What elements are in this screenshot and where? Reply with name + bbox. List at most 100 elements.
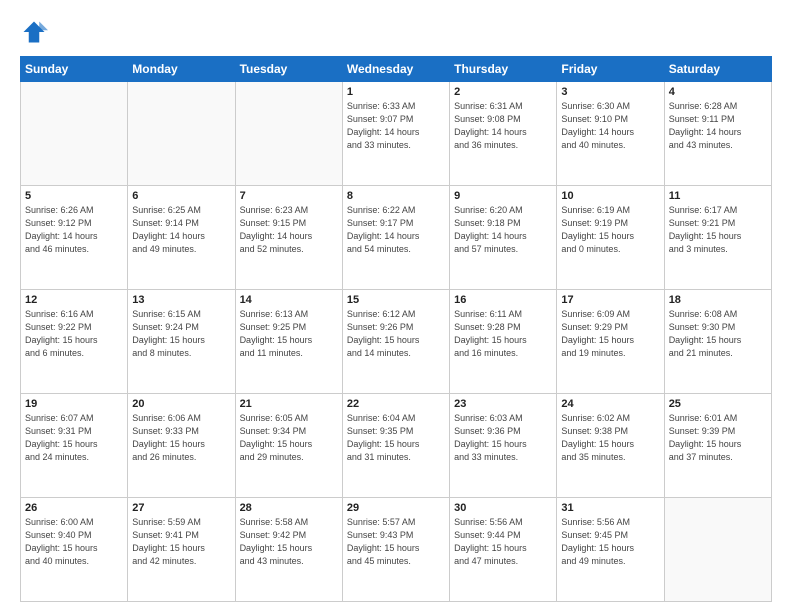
day-info: Sunrise: 6:28 AM Sunset: 9:11 PM Dayligh… [669, 100, 767, 152]
day-number: 20 [132, 398, 230, 410]
page: SundayMondayTuesdayWednesdayThursdayFrid… [0, 0, 792, 612]
day-number: 4 [669, 86, 767, 98]
day-number: 23 [454, 398, 552, 410]
day-info: Sunrise: 6:33 AM Sunset: 9:07 PM Dayligh… [347, 100, 445, 152]
day-number: 25 [669, 398, 767, 410]
day-number: 30 [454, 502, 552, 514]
day-of-week-header: Thursday [450, 57, 557, 82]
calendar-day-cell [128, 82, 235, 186]
day-number: 31 [561, 502, 659, 514]
day-info: Sunrise: 6:26 AM Sunset: 9:12 PM Dayligh… [25, 204, 123, 256]
day-number: 13 [132, 294, 230, 306]
calendar-day-cell: 3 Sunrise: 6:30 AM Sunset: 9:10 PM Daylig… [557, 82, 664, 186]
logo-icon [20, 18, 48, 46]
calendar-week-row: 19 Sunrise: 6:07 AM Sunset: 9:31 PM Dayli… [21, 394, 772, 498]
calendar-header-row: SundayMondayTuesdayWednesdayThursdayFrid… [21, 57, 772, 82]
calendar-day-cell: 6 Sunrise: 6:25 AM Sunset: 9:14 PM Daylig… [128, 186, 235, 290]
calendar-day-cell: 7Sunrise: 6:23 AM Sunset: 9:15 PM Daylig… [235, 186, 342, 290]
day-info: Sunrise: 6:02 AM Sunset: 9:38 PM Dayligh… [561, 412, 659, 464]
calendar-day-cell: 8 Sunrise: 6:22 AM Sunset: 9:17 PM Daylig… [342, 186, 449, 290]
day-of-week-header: Saturday [664, 57, 771, 82]
day-info: Sunrise: 6:09 AM Sunset: 9:29 PM Dayligh… [561, 308, 659, 360]
day-number: 10 [561, 190, 659, 202]
calendar-day-cell: 11 Sunrise: 6:17 AM Sunset: 9:21 PM Dayli… [664, 186, 771, 290]
calendar-day-cell: 29Sunrise: 5:57 AM Sunset: 9:43 PM Dayli… [342, 498, 449, 602]
day-info: Sunrise: 6:01 AM Sunset: 9:39 PM Dayligh… [669, 412, 767, 464]
day-of-week-header: Tuesday [235, 57, 342, 82]
logo [20, 18, 52, 46]
day-info: Sunrise: 5:59 AM Sunset: 9:41 PM Dayligh… [132, 516, 230, 568]
day-info: Sunrise: 6:22 AM Sunset: 9:17 PM Dayligh… [347, 204, 445, 256]
day-of-week-header: Sunday [21, 57, 128, 82]
day-info: Sunrise: 5:58 AM Sunset: 9:42 PM Dayligh… [240, 516, 338, 568]
day-info: Sunrise: 6:05 AM Sunset: 9:34 PM Dayligh… [240, 412, 338, 464]
day-number: 8 [347, 190, 445, 202]
calendar-week-row: 1 Sunrise: 6:33 AM Sunset: 9:07 PM Daylig… [21, 82, 772, 186]
day-number: 26 [25, 502, 123, 514]
day-number: 19 [25, 398, 123, 410]
day-info: Sunrise: 6:16 AM Sunset: 9:22 PM Dayligh… [25, 308, 123, 360]
day-info: Sunrise: 6:03 AM Sunset: 9:36 PM Dayligh… [454, 412, 552, 464]
day-info: Sunrise: 6:19 AM Sunset: 9:19 PM Dayligh… [561, 204, 659, 256]
calendar-day-cell: 20 Sunrise: 6:06 AM Sunset: 9:33 PM Dayli… [128, 394, 235, 498]
day-of-week-header: Wednesday [342, 57, 449, 82]
day-number: 7 [240, 190, 338, 202]
calendar-day-cell: 24 Sunrise: 6:02 AM Sunset: 9:38 PM Dayli… [557, 394, 664, 498]
calendar-week-row: 12 Sunrise: 6:16 AM Sunset: 9:22 PM Dayli… [21, 290, 772, 394]
calendar-day-cell: 2Sunrise: 6:31 AM Sunset: 9:08 PM Daylig… [450, 82, 557, 186]
day-info: Sunrise: 6:31 AM Sunset: 9:08 PM Dayligh… [454, 100, 552, 152]
day-info: Sunrise: 6:04 AM Sunset: 9:35 PM Dayligh… [347, 412, 445, 464]
calendar-day-cell: 1 Sunrise: 6:33 AM Sunset: 9:07 PM Daylig… [342, 82, 449, 186]
day-number: 27 [132, 502, 230, 514]
day-number: 11 [669, 190, 767, 202]
day-info: Sunrise: 6:08 AM Sunset: 9:30 PM Dayligh… [669, 308, 767, 360]
calendar-week-row: 26 Sunrise: 6:00 AM Sunset: 9:40 PM Dayli… [21, 498, 772, 602]
calendar-day-cell: 27 Sunrise: 5:59 AM Sunset: 9:41 PM Dayli… [128, 498, 235, 602]
calendar-day-cell: 5 Sunrise: 6:26 AM Sunset: 9:12 PM Daylig… [21, 186, 128, 290]
calendar-day-cell: 4 Sunrise: 6:28 AM Sunset: 9:11 PM Daylig… [664, 82, 771, 186]
day-number: 18 [669, 294, 767, 306]
day-info: Sunrise: 6:06 AM Sunset: 9:33 PM Dayligh… [132, 412, 230, 464]
calendar-day-cell: 30Sunrise: 5:56 AM Sunset: 9:44 PM Dayli… [450, 498, 557, 602]
day-info: Sunrise: 6:17 AM Sunset: 9:21 PM Dayligh… [669, 204, 767, 256]
calendar-day-cell: 16Sunrise: 6:11 AM Sunset: 9:28 PM Dayli… [450, 290, 557, 394]
calendar: SundayMondayTuesdayWednesdayThursdayFrid… [20, 56, 772, 602]
header [20, 18, 772, 46]
calendar-day-cell: 15 Sunrise: 6:12 AM Sunset: 9:26 PM Dayli… [342, 290, 449, 394]
calendar-day-cell: 26 Sunrise: 6:00 AM Sunset: 9:40 PM Dayli… [21, 498, 128, 602]
day-number: 9 [454, 190, 552, 202]
day-info: Sunrise: 6:11 AM Sunset: 9:28 PM Dayligh… [454, 308, 552, 360]
day-number: 1 [347, 86, 445, 98]
day-info: Sunrise: 6:13 AM Sunset: 9:25 PM Dayligh… [240, 308, 338, 360]
day-info: Sunrise: 6:07 AM Sunset: 9:31 PM Dayligh… [25, 412, 123, 464]
calendar-day-cell: 17 Sunrise: 6:09 AM Sunset: 9:29 PM Dayli… [557, 290, 664, 394]
day-info: Sunrise: 6:12 AM Sunset: 9:26 PM Dayligh… [347, 308, 445, 360]
calendar-day-cell [235, 82, 342, 186]
day-number: 28 [240, 502, 338, 514]
calendar-day-cell: 9Sunrise: 6:20 AM Sunset: 9:18 PM Daylig… [450, 186, 557, 290]
day-info: Sunrise: 6:00 AM Sunset: 9:40 PM Dayligh… [25, 516, 123, 568]
calendar-day-cell: 14Sunrise: 6:13 AM Sunset: 9:25 PM Dayli… [235, 290, 342, 394]
day-info: Sunrise: 5:56 AM Sunset: 9:45 PM Dayligh… [561, 516, 659, 568]
day-info: Sunrise: 5:57 AM Sunset: 9:43 PM Dayligh… [347, 516, 445, 568]
calendar-day-cell: 18 Sunrise: 6:08 AM Sunset: 9:30 PM Dayli… [664, 290, 771, 394]
day-number: 24 [561, 398, 659, 410]
calendar-day-cell: 19 Sunrise: 6:07 AM Sunset: 9:31 PM Dayli… [21, 394, 128, 498]
day-number: 3 [561, 86, 659, 98]
day-number: 6 [132, 190, 230, 202]
day-number: 12 [25, 294, 123, 306]
calendar-day-cell: 23 Sunrise: 6:03 AM Sunset: 9:36 PM Dayli… [450, 394, 557, 498]
calendar-day-cell [21, 82, 128, 186]
day-number: 22 [347, 398, 445, 410]
calendar-day-cell: 22 Sunrise: 6:04 AM Sunset: 9:35 PM Dayli… [342, 394, 449, 498]
calendar-day-cell: 25 Sunrise: 6:01 AM Sunset: 9:39 PM Dayli… [664, 394, 771, 498]
calendar-day-cell [664, 498, 771, 602]
calendar-day-cell: 21Sunrise: 6:05 AM Sunset: 9:34 PM Dayli… [235, 394, 342, 498]
day-of-week-header: Friday [557, 57, 664, 82]
day-number: 5 [25, 190, 123, 202]
day-number: 17 [561, 294, 659, 306]
day-info: Sunrise: 6:30 AM Sunset: 9:10 PM Dayligh… [561, 100, 659, 152]
day-info: Sunrise: 6:25 AM Sunset: 9:14 PM Dayligh… [132, 204, 230, 256]
day-number: 15 [347, 294, 445, 306]
calendar-day-cell: 12 Sunrise: 6:16 AM Sunset: 9:22 PM Dayli… [21, 290, 128, 394]
